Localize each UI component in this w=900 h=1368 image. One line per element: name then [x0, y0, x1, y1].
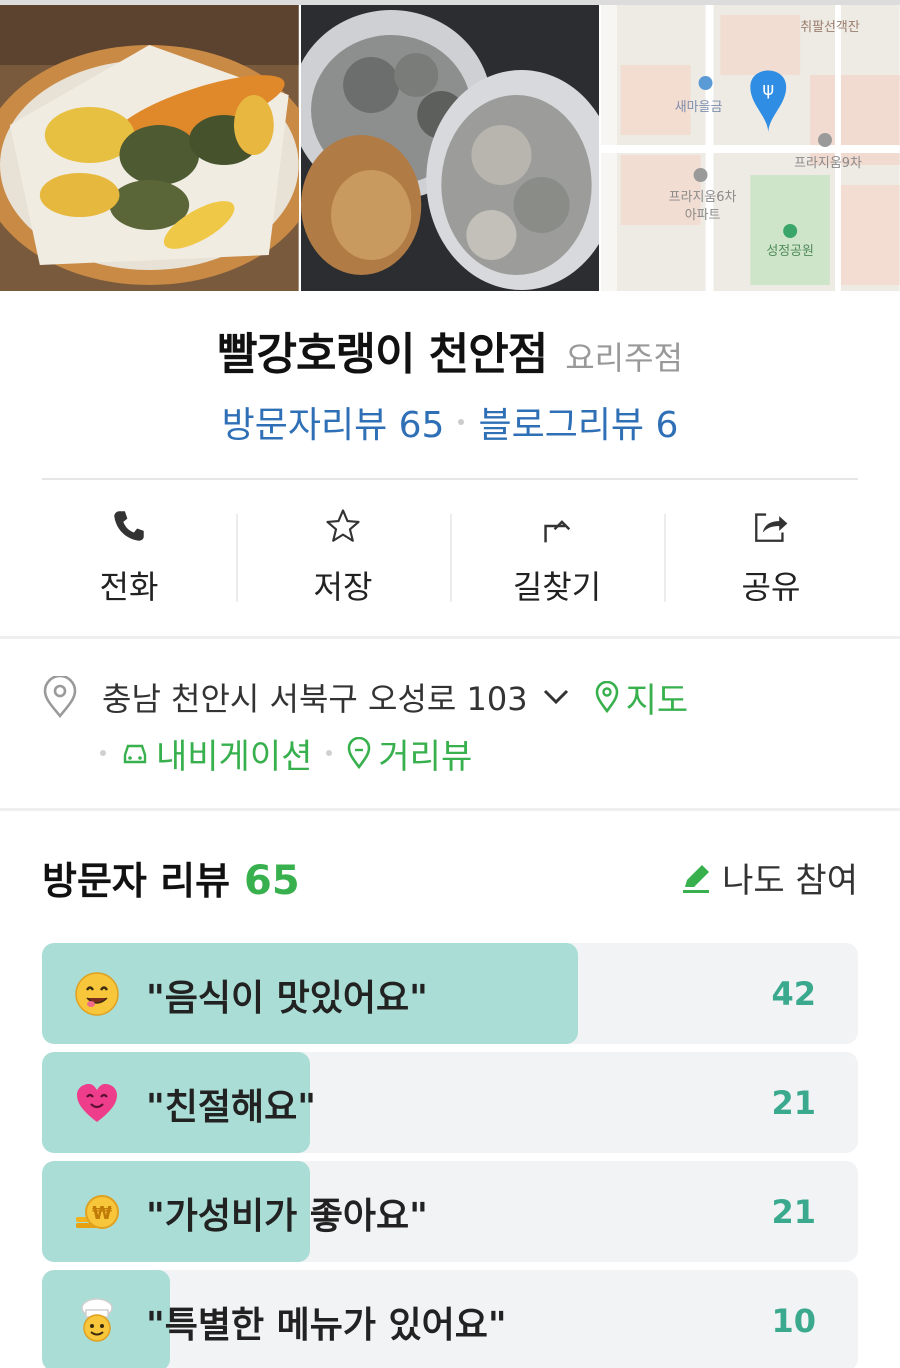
street-view-pin-icon [348, 737, 371, 769]
map-label-park: 성정공원 [767, 244, 815, 259]
navigation-link[interactable]: 내비게이션 [120, 729, 312, 778]
visitor-review-header: 방문자 리뷰 65 나도 참여 [42, 850, 858, 905]
header-divider [42, 478, 858, 480]
map-link-label: 지도 [625, 680, 689, 721]
navigation-link-label: 내비게이션 [156, 736, 313, 777]
share-button[interactable]: 공유 [664, 498, 878, 608]
map-link[interactable]: 지도 [594, 673, 689, 722]
phone-icon [114, 511, 144, 541]
map-label-top: 취팔선객잔 [801, 20, 861, 35]
photo-sundae[interactable] [300, 5, 600, 291]
separator-dot [326, 750, 333, 756]
photo-fried-food[interactable] [0, 5, 299, 291]
star-icon [326, 509, 360, 542]
coin-icon: ₩ [76, 1195, 119, 1229]
review-keyword-count: 10 [771, 1302, 816, 1340]
visitor-review-link[interactable]: 방문자리뷰 65 [222, 396, 445, 448]
directions-button[interactable]: 길찾기 [450, 498, 664, 608]
review-keyword-text: "친절해요" [146, 1087, 316, 1128]
chevron-down-icon[interactable] [542, 687, 570, 707]
place-name: 빨강호랭이 천안점 [217, 329, 548, 380]
photo-map[interactable]: ψ 취팔선객잔 새마을금 프라지움9차 프라지움6차 아파트 성정공원 [601, 5, 900, 291]
directions-label: 길찾기 [512, 568, 602, 606]
review-keyword-count: 21 [771, 1084, 816, 1122]
action-bar: 전화 저장 길찾기 공유 [22, 498, 878, 608]
pencil-icon [683, 864, 710, 893]
place-category: 요리주점 [565, 339, 683, 377]
review-keyword-list: "음식이 맛있어요" 42 "친절해요" 21 ₩ "가성비가 좋아요" 21 [42, 943, 858, 1368]
blog-review-link[interactable]: 블로그리뷰 6 [478, 396, 678, 448]
svg-text:ψ: ψ [763, 79, 775, 100]
street-view-link[interactable]: 거리뷰 [346, 729, 472, 778]
directions-icon [544, 520, 571, 543]
yummy-face-icon [75, 972, 119, 1016]
location-pin-icon [43, 676, 77, 718]
call-button[interactable]: 전화 [22, 498, 236, 608]
map-pin-icon [595, 681, 618, 713]
share-label: 공유 [741, 568, 801, 606]
address-text: 충남 천안시 서북구 오성로 103 [102, 680, 528, 718]
separator-dot [458, 419, 465, 425]
review-keyword-bar[interactable]: ₩ "가성비가 좋아요" 21 [42, 1161, 858, 1262]
review-keyword-text: "가성비가 좋아요" [146, 1196, 428, 1237]
share-icon [755, 513, 788, 542]
address-section: 충남 천안시 서북구 오성로 103 지도 내비게이션 거리뷰 [42, 672, 862, 778]
review-keyword-text: "특별한 메뉴가 있어요" [146, 1305, 507, 1346]
visitor-review-title: 방문자 리뷰 [42, 859, 231, 903]
photo-strip[interactable]: ψ 취팔선객잔 새마을금 프라지움9차 프라지움6차 아파트 성정공원 [0, 5, 900, 291]
visitor-review-count: 65 [244, 858, 300, 904]
map-label-left: 새마을금 [675, 100, 723, 115]
map-label-apt2: 아파트 [685, 208, 721, 223]
review-keyword-count: 21 [771, 1193, 816, 1231]
join-review-button[interactable]: 나도 참여 [680, 853, 858, 902]
street-view-link-label: 거리뷰 [378, 736, 473, 777]
chef-icon [81, 1298, 113, 1342]
svg-text:₩: ₩ [92, 1203, 112, 1224]
heart-face-icon [77, 1084, 117, 1122]
call-label: 전화 [99, 568, 159, 606]
map-label-right: 프라지움9차 [794, 156, 862, 171]
section-divider [0, 636, 900, 639]
review-keyword-text: "음식이 맛있어요" [146, 978, 428, 1019]
review-keyword-bar[interactable]: "특별한 메뉴가 있어요" 10 [42, 1270, 858, 1368]
join-review-label: 나도 참여 [722, 861, 858, 901]
section-divider [0, 808, 900, 811]
review-keyword-count: 42 [771, 975, 816, 1013]
car-icon [123, 744, 147, 764]
separator-dot [100, 750, 106, 756]
save-label: 저장 [313, 568, 373, 606]
review-keyword-bar[interactable]: "친절해요" 21 [42, 1052, 858, 1153]
save-button[interactable]: 저장 [236, 498, 450, 608]
map-label-apt1: 프라지움6차 [669, 190, 737, 205]
review-keyword-bar[interactable]: "음식이 맛있어요" 42 [42, 943, 858, 1044]
place-header: 빨강호랭이 천안점 요리주점 방문자리뷰 65 블로그리뷰 6 [0, 318, 900, 448]
